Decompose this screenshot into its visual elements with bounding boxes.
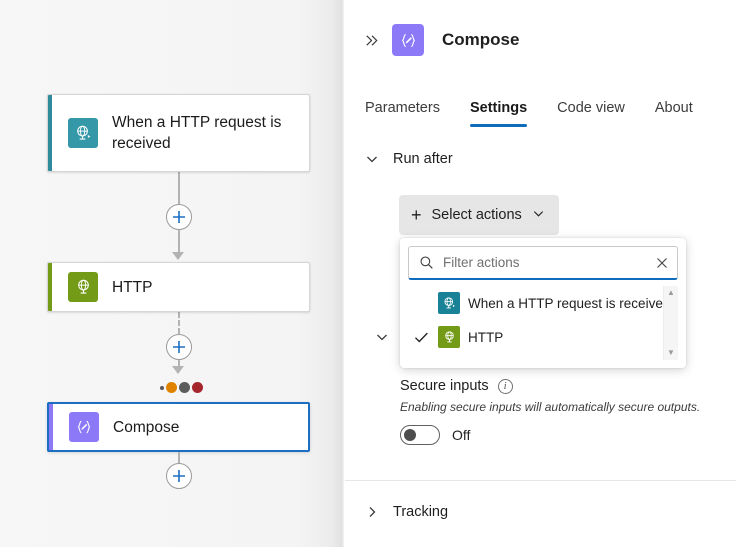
scroll-down-icon[interactable]: ▼ [667, 346, 675, 360]
node-accent-bar [48, 263, 52, 311]
section-title-tracking: Tracking [393, 504, 448, 520]
chevron-down-icon [365, 152, 379, 166]
secure-inputs-row: Secure inputs i [400, 378, 720, 394]
status-dot-small [160, 386, 164, 390]
node-accent-bar [49, 404, 53, 450]
action-details-panel: Compose Parameters Settings Code view Ab… [344, 0, 736, 547]
actions-list[interactable]: When a HTTP request is received [408, 286, 678, 360]
list-item-http[interactable]: HTTP [408, 320, 660, 354]
add-step-after-trigger[interactable] [166, 204, 192, 230]
filter-actions-input[interactable] [443, 255, 642, 270]
scroll-up-icon[interactable]: ▲ [667, 286, 675, 300]
workflow-node-compose[interactable]: Compose [47, 402, 310, 452]
secure-inputs-block: Secure inputs i Enabling secure inputs w… [400, 378, 720, 445]
tab-parameters[interactable]: Parameters [365, 100, 440, 127]
node-title: HTTP [112, 277, 164, 298]
toggle-knob [404, 429, 416, 441]
connector-trigger-http-upper [178, 172, 180, 206]
arrow-http-compose [172, 366, 184, 374]
connector-trigger-http-lower [178, 230, 180, 253]
secure-inputs-toggle-row: Off [400, 425, 720, 445]
add-step-after-compose[interactable] [166, 463, 192, 489]
dropdown-scrollbar[interactable]: ▲ ▼ [663, 286, 678, 360]
tab-code-view[interactable]: Code view [557, 100, 625, 127]
globe-trigger-icon [438, 292, 460, 314]
page-title: Compose [442, 30, 519, 50]
section-title-run-after: Run after [393, 151, 453, 167]
run-after-status-dots[interactable] [160, 382, 203, 393]
list-item-label: When a HTTP request is received [468, 296, 670, 311]
tab-settings[interactable]: Settings [470, 100, 527, 127]
section-header-tracking[interactable]: Tracking [344, 504, 448, 520]
node-title: Compose [113, 417, 191, 438]
close-icon[interactable] [651, 256, 669, 270]
list-item-when-a-http-request-is-received[interactable]: When a HTTP request is received [408, 286, 660, 320]
secure-inputs-toggle[interactable] [400, 425, 440, 445]
section-header-run-after[interactable]: Run after [344, 151, 736, 167]
status-dot-orange [166, 382, 177, 393]
chevron-double-right-icon[interactable] [360, 29, 382, 51]
secure-inputs-label: Secure inputs [400, 378, 489, 394]
select-actions-button[interactable]: + Select actions [399, 195, 559, 235]
workflow-canvas[interactable]: When a HTTP request is received HTTP [0, 0, 341, 547]
globe-http-icon [438, 326, 460, 348]
workflow-node-http[interactable]: HTTP [47, 262, 310, 312]
chevron-right-icon [365, 505, 379, 519]
plus-icon: + [411, 206, 422, 224]
list-item-label: HTTP [468, 330, 503, 345]
search-icon [419, 255, 434, 270]
compose-braces-icon [69, 412, 99, 442]
actions-dropdown[interactable]: When a HTTP request is received [400, 238, 686, 368]
section-divider [345, 480, 736, 481]
status-dot-red [192, 382, 203, 393]
panel-tabs: Parameters Settings Code view About [344, 87, 736, 127]
chevron-down-icon-hidden-section[interactable] [375, 330, 389, 344]
connector-http-compose-upper [178, 312, 180, 334]
chevron-down-icon [532, 207, 545, 224]
secure-inputs-description: Enabling secure inputs will automaticall… [400, 400, 720, 414]
select-actions-label: Select actions [432, 207, 522, 223]
checkmark-icon [414, 331, 430, 344]
status-dot-gray [179, 382, 190, 393]
arrow-trigger-http [172, 252, 184, 260]
secure-inputs-toggle-state: Off [452, 427, 470, 443]
tab-about[interactable]: About [655, 100, 693, 127]
filter-actions-row[interactable] [408, 246, 678, 280]
logic-app-designer: When a HTTP request is received HTTP [0, 0, 736, 547]
node-accent-bar [48, 95, 52, 171]
panel-header: Compose [344, 0, 736, 62]
info-icon[interactable]: i [498, 379, 513, 394]
add-step-after-http[interactable] [166, 334, 192, 360]
compose-braces-icon [392, 24, 424, 56]
node-title: When a HTTP request is received [112, 112, 309, 154]
globe-trigger-icon [68, 118, 98, 148]
globe-http-icon [68, 272, 98, 302]
workflow-node-trigger[interactable]: When a HTTP request is received [47, 94, 310, 172]
